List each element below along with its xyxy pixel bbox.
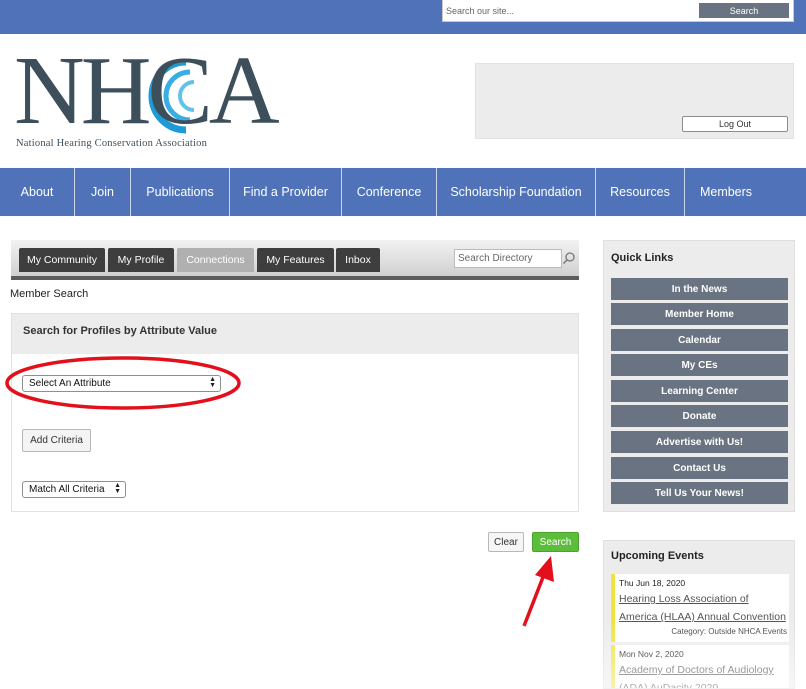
tab-inbox[interactable]: Inbox xyxy=(336,248,380,272)
nav-item-publications[interactable]: Publications xyxy=(131,168,230,216)
arrow-head-icon xyxy=(535,556,554,582)
tab-my-features[interactable]: My Features xyxy=(257,248,334,272)
site-search-button[interactable]: Search xyxy=(699,3,789,18)
quick-link-in-the-news[interactable]: In the News xyxy=(611,278,788,300)
quick-link-tell-us-your-news[interactable]: Tell Us Your News! xyxy=(611,482,788,504)
add-criteria-button[interactable]: Add Criteria xyxy=(22,429,91,452)
match-criteria-value: Match All Criteria xyxy=(29,484,105,495)
quick-link-contact-us[interactable]: Contact Us xyxy=(611,457,788,479)
upcoming-events-title: Upcoming Events xyxy=(611,550,704,562)
logo-text: NHCA xyxy=(14,37,280,145)
logout-button[interactable]: Log Out xyxy=(682,116,788,132)
logo-subtitle: National Hearing Conservation Associatio… xyxy=(16,138,208,149)
quick-link-donate[interactable]: Donate xyxy=(611,405,788,427)
quick-links-title: Quick Links xyxy=(611,252,674,264)
nav-item-conference[interactable]: Conference xyxy=(342,168,437,216)
site-search: Search xyxy=(442,0,794,22)
quick-links-panel: Quick Links In the News Member Home Cale… xyxy=(603,240,795,512)
nhca-logo[interactable]: NHCA National Hearing Conservation Assoc… xyxy=(14,42,280,154)
match-criteria-select[interactable]: Match All Criteria ▲ ▼ xyxy=(22,481,126,498)
event-link[interactable]: Academy of Doctors of Audiology (ADA) Au… xyxy=(619,661,789,688)
select-arrows-icon: ▲ ▼ xyxy=(114,482,121,495)
main-nav: About Join Publications Find a Provider … xyxy=(0,168,806,216)
select-arrows-icon: ▲ ▼ xyxy=(209,376,216,389)
event-date: Thu Jun 18, 2020 xyxy=(619,578,686,588)
quick-link-learning-center[interactable]: Learning Center xyxy=(611,380,788,402)
event-date: Mon Nov 2, 2020 xyxy=(619,649,684,659)
attribute-search-panel: Search for Profiles by Attribute Value S… xyxy=(11,313,579,512)
nav-item-find-a-provider[interactable]: Find a Provider xyxy=(230,168,342,216)
nav-item-resources[interactable]: Resources xyxy=(596,168,685,216)
account-box: Log Out xyxy=(475,63,794,139)
quick-link-member-home[interactable]: Member Home xyxy=(611,303,788,325)
search-button[interactable]: Search xyxy=(532,532,579,552)
search-icon[interactable] xyxy=(562,251,576,265)
directory-search-input[interactable] xyxy=(454,249,562,268)
event-item: Thu Jun 18, 2020 Hearing Loss Associatio… xyxy=(611,574,789,642)
arrow-shaft xyxy=(522,571,547,627)
nav-item-about[interactable]: About xyxy=(0,168,75,216)
attribute-select-value: Select An Attribute xyxy=(29,378,111,389)
search-panel-title: Search for Profiles by Attribute Value xyxy=(12,314,578,354)
logo-letters: NHCA xyxy=(14,42,280,140)
quick-link-advertise[interactable]: Advertise with Us! xyxy=(611,431,788,453)
top-bar: Search xyxy=(0,0,806,34)
attribute-select[interactable]: Select An Attribute ▲ ▼ xyxy=(22,375,221,392)
tab-my-community[interactable]: My Community xyxy=(19,248,105,272)
community-tab-bar: My Community My Profile Connections My F… xyxy=(11,240,579,280)
nav-item-members[interactable]: Members xyxy=(685,168,767,216)
upcoming-events-panel: Upcoming Events Thu Jun 18, 2020 Hearing… xyxy=(603,540,795,689)
tab-my-profile[interactable]: My Profile xyxy=(108,248,174,272)
nav-item-join[interactable]: Join xyxy=(75,168,131,216)
event-category: Category: Outside NHCA Events xyxy=(671,627,787,636)
quick-link-calendar[interactable]: Calendar xyxy=(611,329,788,351)
site-search-input[interactable] xyxy=(446,3,696,19)
event-link[interactable]: Hearing Loss Association of America (HLA… xyxy=(619,590,789,626)
page-title: Member Search xyxy=(10,288,89,300)
tab-connections[interactable]: Connections xyxy=(177,248,254,272)
nav-item-scholarship-foundation[interactable]: Scholarship Foundation xyxy=(437,168,596,216)
quick-link-my-ces[interactable]: My CEs xyxy=(611,354,788,376)
clear-button[interactable]: Clear xyxy=(488,532,524,552)
event-item: Mon Nov 2, 2020 Academy of Doctors of Au… xyxy=(611,645,789,688)
